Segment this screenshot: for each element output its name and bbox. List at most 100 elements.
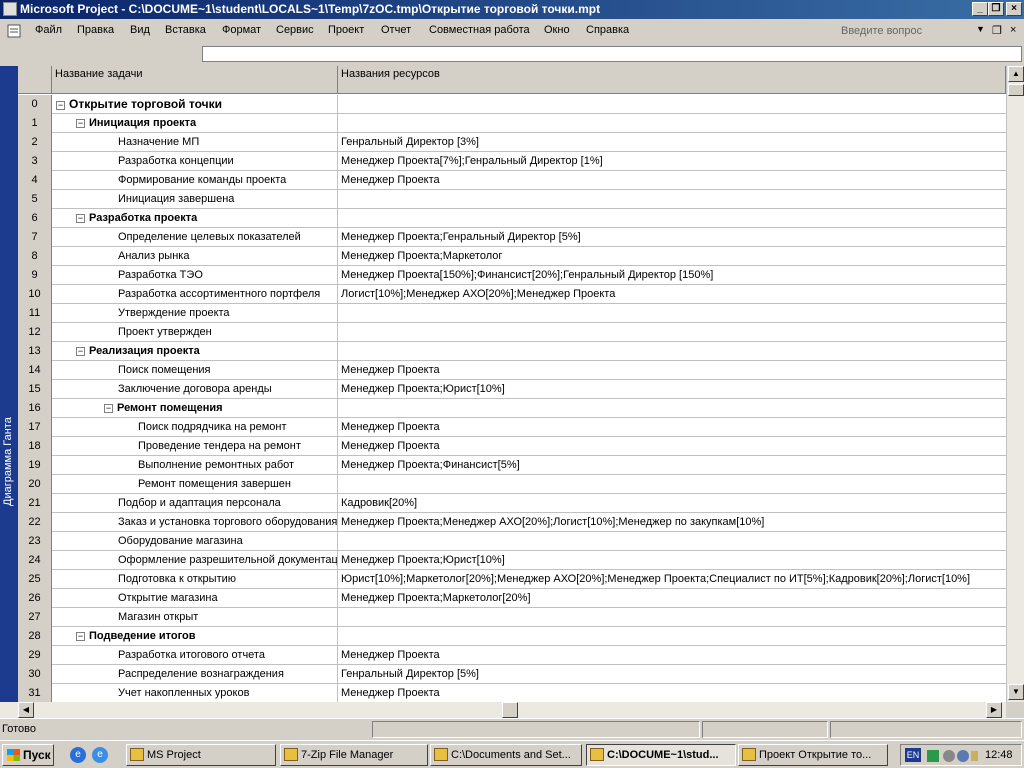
minimize-button[interactable]: _ [972, 2, 988, 16]
resource-names-cell[interactable]: Кадровик[20%] [338, 494, 1006, 513]
table-row[interactable]: 7 Определение целевых показателей Менеджер… [18, 228, 1006, 247]
document-icon[interactable] [4, 23, 24, 39]
task-name-cell[interactable]: Открытие магазина [52, 589, 338, 608]
tray-icons[interactable] [927, 749, 979, 763]
menu-report[interactable]: Отчет [381, 24, 411, 36]
table-row[interactable]: 12 Проект утвержден [18, 323, 1006, 342]
table-row[interactable]: 9 Разработка ТЭО Менеджер Проекта[150%];Фи… [18, 266, 1006, 285]
row-id[interactable]: 31 [18, 684, 52, 702]
row-id[interactable]: 17 [18, 418, 52, 437]
resource-names-cell[interactable]: Генральный Директор [5%] [338, 665, 1006, 684]
resource-names-cell[interactable]: Менеджер Проекта [338, 171, 1006, 190]
task-name-cell[interactable]: Ремонт помещения завершен [52, 475, 338, 494]
menu-file[interactable]: Файл [35, 24, 62, 36]
task-name-cell[interactable]: Назначение МП [52, 133, 338, 152]
collapse-toggle-icon[interactable]: − [76, 213, 85, 223]
task-name-cell[interactable]: − Инициация проекта [52, 114, 338, 133]
row-id[interactable]: 9 [18, 266, 52, 285]
resource-names-cell[interactable]: Генральный Директор [3%] [338, 133, 1006, 152]
task-name-cell[interactable]: Заказ и установка торгового оборудования [52, 513, 338, 532]
table-row[interactable]: 29 Разработка итогового отчета Менеджер Пр… [18, 646, 1006, 665]
menu-collaborate[interactable]: Совместная работа [429, 24, 530, 36]
task-name-cell[interactable]: Заключение договора аренды [52, 380, 338, 399]
scroll-up-button[interactable]: ▲ [1008, 66, 1024, 82]
resource-names-cell[interactable]: Менеджер Проекта [338, 646, 1006, 665]
row-id[interactable]: 25 [18, 570, 52, 589]
row-id[interactable]: 27 [18, 608, 52, 627]
row-id[interactable]: 2 [18, 133, 52, 152]
task-name-cell[interactable]: Магазин открыт [52, 608, 338, 627]
internet-explorer-icon[interactable]: e [70, 747, 86, 763]
taskbar-button[interactable]: C:\Documents and Set... [430, 744, 582, 766]
horizontal-scroll-thumb[interactable] [502, 702, 518, 718]
row-id[interactable]: 20 [18, 475, 52, 494]
table-row[interactable]: 1− Инициация проекта [18, 114, 1006, 133]
row-id[interactable]: 19 [18, 456, 52, 475]
row-id[interactable]: 14 [18, 361, 52, 380]
resource-names-cell[interactable]: Логист[10%];Менеджер АХО[20%];Менеджер П… [338, 285, 1006, 304]
collapse-toggle-icon[interactable]: − [104, 403, 113, 413]
resource-names-cell[interactable] [338, 532, 1006, 551]
table-row[interactable]: 25 Подготовка к открытию Юрист[10%];Маркет… [18, 570, 1006, 589]
table-row[interactable]: 5 Инициация завершена [18, 190, 1006, 209]
row-id[interactable]: 28 [18, 627, 52, 646]
row-id[interactable]: 26 [18, 589, 52, 608]
help-question-input[interactable]: Введите вопрос [838, 23, 988, 39]
task-name-cell[interactable]: Разработка концепции [52, 152, 338, 171]
task-name-cell[interactable]: Поиск помещения [52, 361, 338, 380]
close-button[interactable]: × [1006, 2, 1022, 16]
table-row[interactable]: 19 Выполнение ремонтных работ Менеджер Про… [18, 456, 1006, 475]
collapse-toggle-icon[interactable]: − [76, 118, 85, 128]
task-name-cell[interactable]: − Открытие торговой точки [52, 95, 338, 114]
menu-help[interactable]: Справка [586, 24, 629, 36]
task-name-cell[interactable]: Учет накопленных уроков [52, 684, 338, 702]
task-name-cell[interactable]: − Реализация проекта [52, 342, 338, 361]
resource-names-cell[interactable]: Менеджер Проекта;Генральный Директор [5%… [338, 228, 1006, 247]
row-id[interactable]: 4 [18, 171, 52, 190]
vertical-scrollbar[interactable]: ▲ ▼ [1006, 66, 1024, 702]
task-name-cell[interactable]: − Разработка проекта [52, 209, 338, 228]
row-id[interactable]: 6 [18, 209, 52, 228]
row-id[interactable]: 30 [18, 665, 52, 684]
row-id[interactable]: 12 [18, 323, 52, 342]
row-id[interactable]: 8 [18, 247, 52, 266]
header-resource-names[interactable]: Названия ресурсов [338, 66, 1006, 94]
resource-names-cell[interactable] [338, 399, 1006, 418]
collapse-toggle-icon[interactable]: − [56, 100, 65, 110]
task-name-cell[interactable]: Проект утвержден [52, 323, 338, 342]
start-button[interactable]: Пуск [2, 744, 54, 766]
row-id[interactable]: 5 [18, 190, 52, 209]
view-bar[interactable]: Диаграмма Ганта [0, 66, 18, 716]
quick-launch-icon[interactable]: e [92, 747, 108, 763]
taskbar-button[interactable]: Проект Открытие то... [738, 744, 888, 766]
resource-names-cell[interactable] [338, 114, 1006, 133]
taskbar-button[interactable]: MS Project [126, 744, 276, 766]
task-name-cell[interactable]: Формирование команды проекта [52, 171, 338, 190]
table-row[interactable]: 23 Оборудование магазина [18, 532, 1006, 551]
taskbar-button[interactable]: 7-Zip File Manager [280, 744, 428, 766]
table-row[interactable]: 30 Распределение вознаграждения Генральный… [18, 665, 1006, 684]
resource-names-cell[interactable]: Менеджер Проекта;Юрист[10%] [338, 551, 1006, 570]
task-name-cell[interactable]: − Подведение итогов [52, 627, 338, 646]
menu-window[interactable]: Окно [544, 24, 570, 36]
row-id[interactable]: 16 [18, 399, 52, 418]
resource-names-cell[interactable]: Менеджер Проекта [338, 437, 1006, 456]
table-row[interactable]: 24 Оформление разрешительной документации… [18, 551, 1006, 570]
menu-project[interactable]: Проект [328, 24, 364, 36]
maximize-button[interactable]: ❐ [988, 2, 1004, 16]
row-id[interactable]: 22 [18, 513, 52, 532]
resource-names-cell[interactable]: Менеджер Проекта;Менеджер АХО[20%];Логис… [338, 513, 1006, 532]
row-id[interactable]: 24 [18, 551, 52, 570]
row-id[interactable]: 13 [18, 342, 52, 361]
row-id[interactable]: 3 [18, 152, 52, 171]
resource-names-cell[interactable]: Менеджер Проекта [338, 418, 1006, 437]
table-row[interactable]: 22 Заказ и установка торгового оборудован… [18, 513, 1006, 532]
row-id[interactable]: 7 [18, 228, 52, 247]
task-name-cell[interactable]: Инициация завершена [52, 190, 338, 209]
row-id[interactable]: 0 [18, 95, 52, 114]
horizontal-scrollbar[interactable]: ◀ ▶ [0, 702, 1006, 718]
scroll-left-button[interactable]: ◀ [18, 702, 34, 718]
help-dropdown-arrow-icon[interactable]: ▼ [976, 24, 985, 34]
row-id[interactable]: 11 [18, 304, 52, 323]
resource-names-cell[interactable]: Менеджер Проекта;Маркетолог[20%] [338, 589, 1006, 608]
